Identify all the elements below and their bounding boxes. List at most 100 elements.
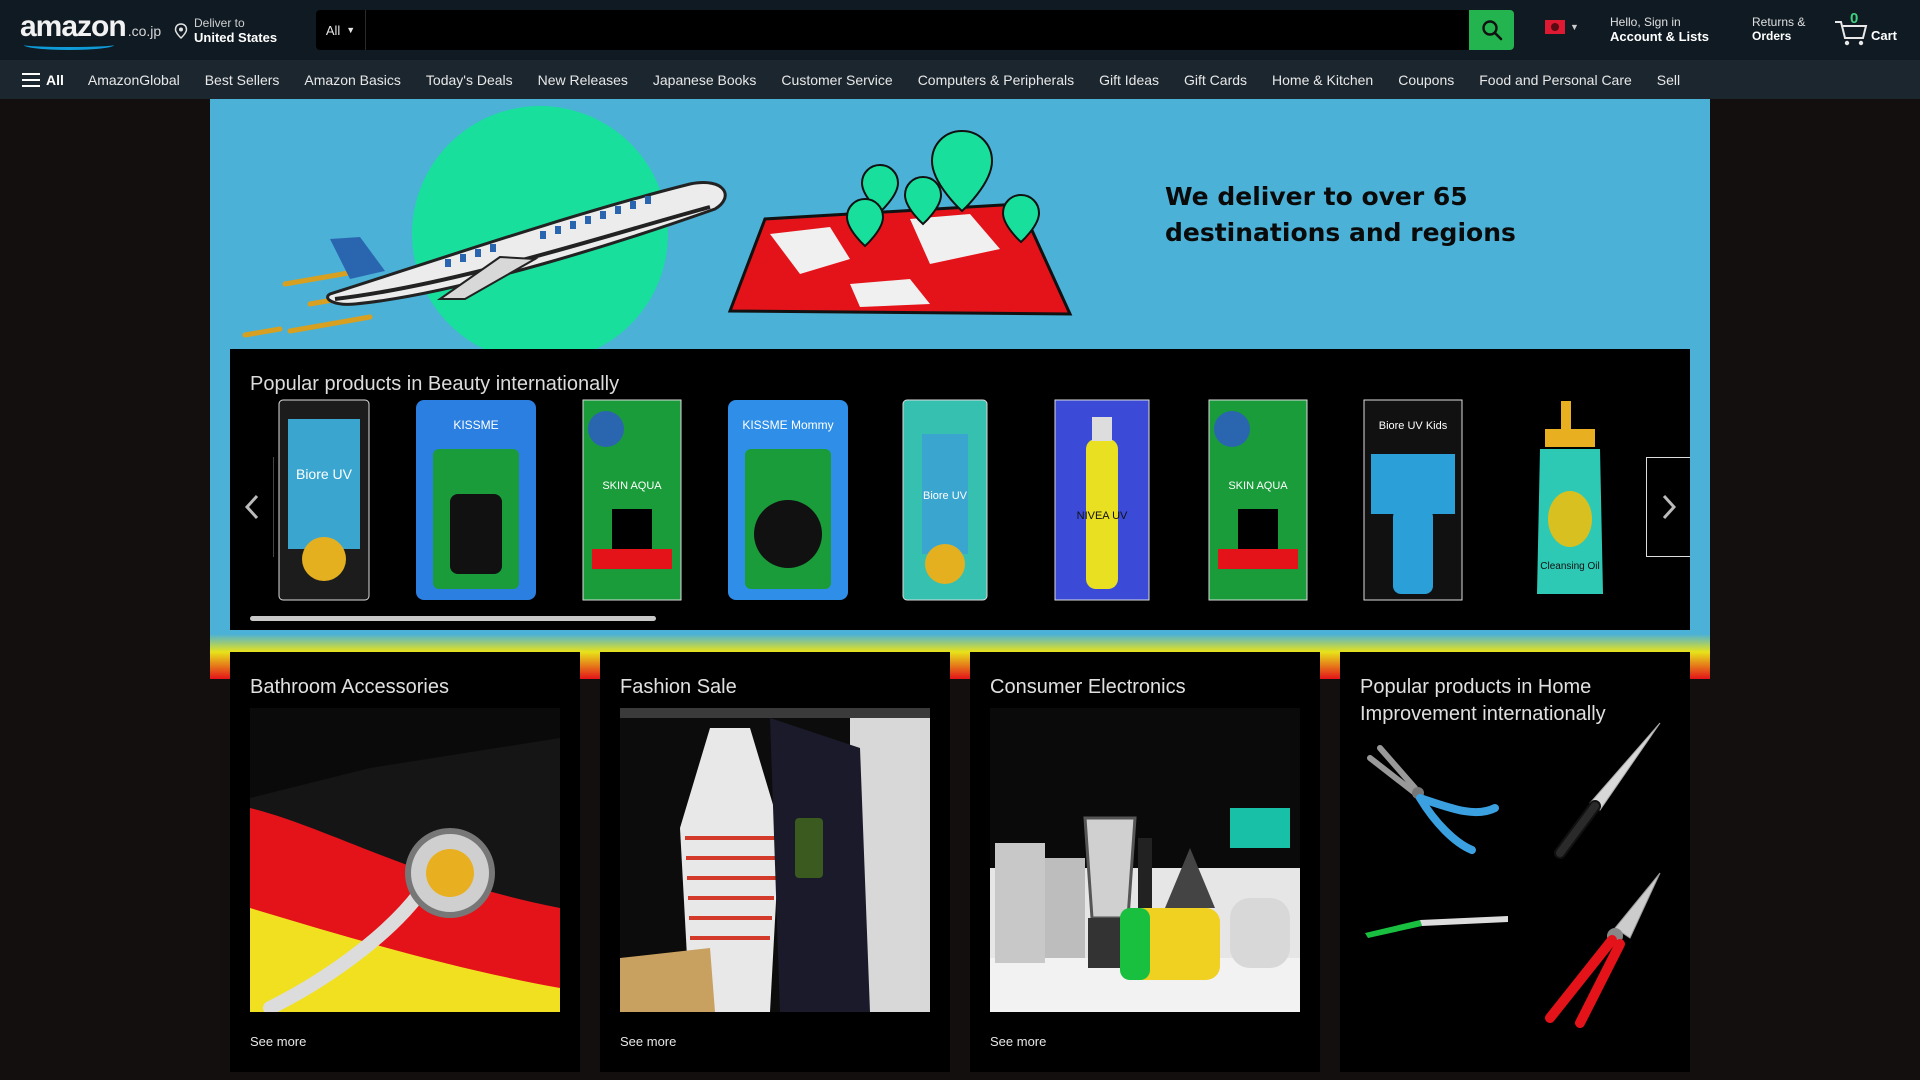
language-selector[interactable]: ▼ [1545,20,1579,34]
chevron-right-icon [1662,494,1676,520]
search-icon [1481,20,1502,41]
secondary-nav: All AmazonGlobal Best Sellers Amazon Bas… [0,60,1920,99]
carousel-title: Popular products in Beauty international… [250,373,620,395]
product-label: Cleansing Oil [1540,561,1599,572]
card-image[interactable] [620,708,930,1012]
card-bathroom-accessories: Bathroom Accessories See more [230,652,580,1072]
cart-label: Cart [1871,28,1898,43]
search-input[interactable] [366,10,1469,50]
top-header: amazon .co.jp Deliver to United States Al… [0,0,1920,60]
product-tile[interactable] [1520,868,1670,1028]
product-tile[interactable] [1520,718,1670,868]
product-card[interactable]: Biore UV [278,399,370,601]
nav-item-todays-deals[interactable]: Today's Deals [426,72,513,88]
returns-label: Returns & [1752,15,1806,29]
nav-item-coupons[interactable]: Coupons [1398,72,1454,88]
shower-head-image [250,708,560,1012]
cart-count: 0 [1850,10,1859,27]
logo-text: amazon [20,10,127,43]
product-card[interactable]: KISSME [415,399,537,601]
chevron-down-icon: ▼ [1570,22,1579,32]
returns-orders-link[interactable]: Returns & Orders [1752,15,1805,43]
product-tile[interactable] [1360,738,1510,888]
card-image[interactable] [250,708,560,1012]
product-label: KISSME Mommy [742,418,833,432]
search-category-label: All [325,22,341,38]
product-image: SKIN AQUA [1208,399,1308,601]
product-label: Biore UV Kids [1379,420,1448,432]
product-card[interactable]: NIVEA UV [1054,399,1150,601]
nav-item-computers[interactable]: Computers & Peripherals [918,72,1074,88]
cart-button[interactable]: 0 Cart [1833,10,1903,48]
account-greeting: Hello, Sign in [1610,15,1681,29]
product-image: KISSME [416,400,536,600]
nav-item-home-kitchen[interactable]: Home & Kitchen [1272,72,1373,88]
product-image: Biore UV Kids [1363,399,1463,601]
deliver-label: Deliver to [194,16,245,30]
card-title: Bathroom Accessories [250,676,449,698]
see-more-link[interactable]: See more [250,1034,306,1049]
search-bar: All ▼ [316,10,1514,50]
product-image: Biore UV [902,399,988,601]
handsaw-image [1554,722,1661,859]
product-card[interactable]: SKIN AQUA [1208,399,1308,601]
amazon-logo[interactable]: amazon .co.jp [20,10,161,50]
see-more-link[interactable]: See more [620,1034,676,1049]
folding-saw-image [1365,916,1508,938]
beauty-carousel: Popular products in Beauty international… [230,349,1690,630]
product-label: SKIN AQUA [1228,480,1288,492]
all-menu-button[interactable]: All [22,72,64,88]
account-menu[interactable]: Hello, Sign in Account & Lists [1610,15,1709,45]
kitchen-appliances-image [990,708,1300,1012]
search-category-dropdown[interactable]: All ▼ [316,10,366,50]
clothing-rack-image [620,708,930,1012]
card-home-improvement: Popular products in Home Improvement int… [1340,652,1690,1072]
chevron-left-icon [244,494,258,520]
logo-tld: .co.jp [127,23,162,39]
nav-item-food-personal-care[interactable]: Food and Personal Care [1479,72,1632,88]
product-card[interactable]: Cleansing Oil [1525,399,1615,601]
card-fashion-sale: Fashion Sale See more [600,652,950,1072]
product-label: NIVEA UV [1077,510,1128,522]
product-tiles [1360,722,1675,1058]
carousel-track: Biore UV KISSME SKIN AQUA KISSME Mommy B… [250,399,1670,604]
chevron-down-icon: ▼ [346,25,356,35]
product-card[interactable]: SKIN AQUA [582,399,682,601]
carousel-prev-button[interactable] [230,457,274,557]
logo-smile-icon [24,40,114,50]
product-image: SKIN AQUA [582,399,682,601]
pliers-image [1367,745,1499,854]
pruning-shears-image [1545,872,1661,1028]
card-consumer-electronics: Consumer Electronics See more [970,652,1320,1072]
carousel-scrollbar[interactable] [250,616,656,621]
product-label: Biore UV [923,490,968,502]
nav-item-customer-service[interactable]: Customer Service [781,72,892,88]
deliver-to-location[interactable]: Deliver to United States [174,14,277,48]
search-button[interactable] [1469,10,1514,50]
product-image: NIVEA UV [1054,399,1150,601]
account-lists-label: Account & Lists [1610,29,1709,44]
location-pin-icon [174,23,188,39]
product-image: KISSME Mommy [728,400,848,600]
see-more-link[interactable]: See more [990,1034,1046,1049]
nav-item-sell[interactable]: Sell [1657,72,1680,88]
product-tile[interactable] [1360,898,1510,1048]
nav-item-japanese-books[interactable]: Japanese Books [653,72,757,88]
hero-headline: We deliver to over 65 destinations and r… [1165,182,1516,247]
product-card[interactable]: Biore UV [902,399,988,601]
nav-item-new-releases[interactable]: New Releases [538,72,628,88]
nav-item-best-sellers[interactable]: Best Sellers [205,72,280,88]
card-image[interactable] [990,708,1300,1012]
product-label: Biore UV [296,466,353,482]
nav-item-amazon-basics[interactable]: Amazon Basics [304,72,400,88]
nav-item-gift-cards[interactable]: Gift Cards [1184,72,1247,88]
product-card[interactable]: KISSME Mommy [727,399,849,601]
orders-label: Orders [1752,29,1792,43]
nav-item-gift-ideas[interactable]: Gift Ideas [1099,72,1159,88]
carousel-next-button[interactable] [1646,457,1690,557]
card-title: Fashion Sale [620,676,737,698]
product-label: SKIN AQUA [602,480,662,492]
nav-item-amazonglobal[interactable]: AmazonGlobal [88,72,180,88]
product-card[interactable]: Biore UV Kids [1363,399,1463,601]
product-image: Cleansing Oil [1537,401,1603,594]
